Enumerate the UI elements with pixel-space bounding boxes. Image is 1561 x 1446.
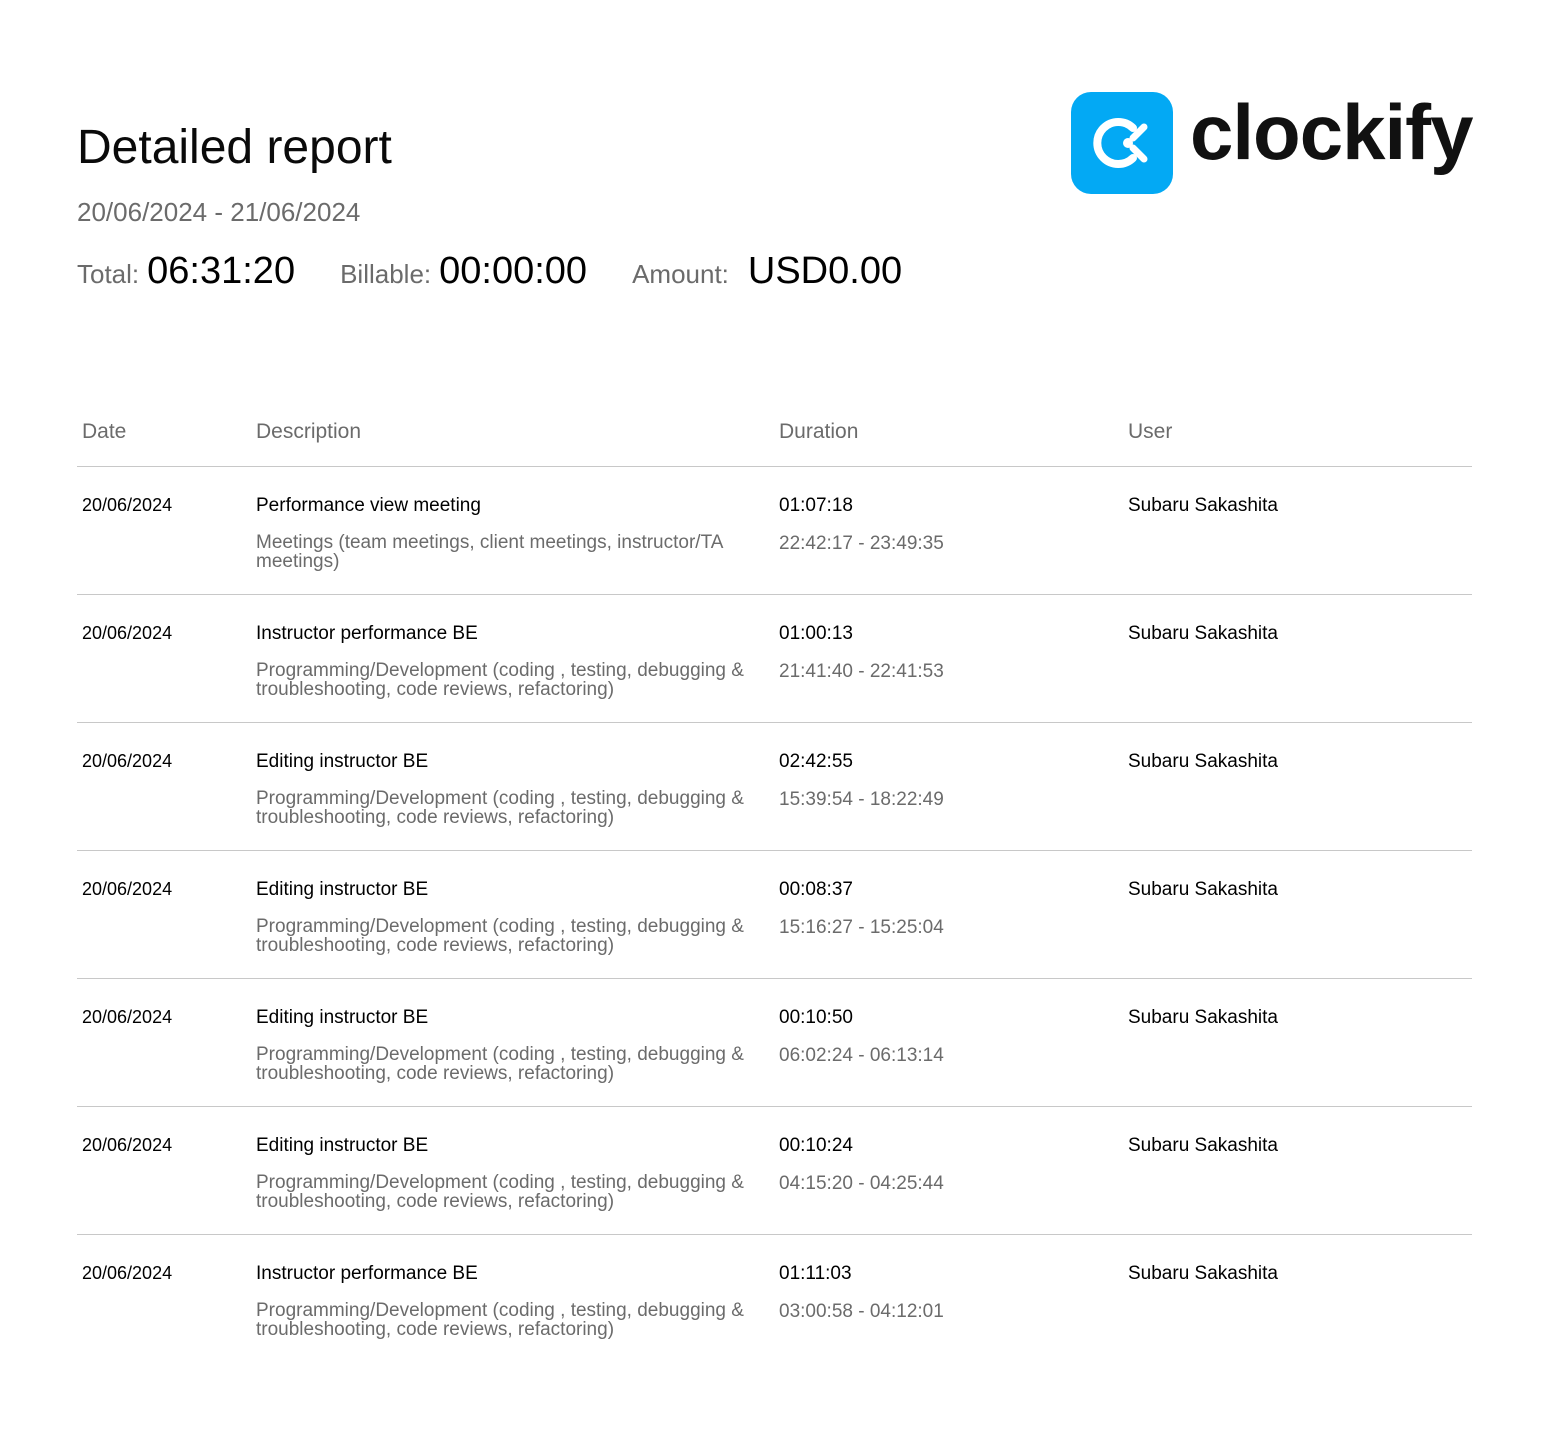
entry-description: Editing instructor BE (256, 751, 429, 772)
column-header-description: Description (256, 420, 362, 443)
entry-duration: 02:42:55 (779, 751, 853, 772)
column-header-date: Date (82, 420, 127, 443)
table-row: 20/06/2024 Editing instructor BE Program… (77, 979, 1472, 1107)
entry-project: Programming/Development (coding , testin… (256, 660, 744, 700)
entry-duration: 01:00:13 (779, 623, 853, 644)
entry-time-range: 04:15:20 - 04:25:44 (779, 1173, 944, 1194)
amount-label: Amount: (632, 259, 729, 289)
table-header: Date Description Duration User (77, 410, 1472, 467)
entry-duration: 00:10:50 (779, 1007, 853, 1028)
table-row: 20/06/2024 Instructor performance BE Pro… (77, 1235, 1472, 1362)
table-row: 20/06/2024 Performance view meeting Meet… (77, 467, 1472, 595)
entry-time-range: 03:00:58 - 04:12:01 (779, 1301, 944, 1322)
report-date-range: 20/06/2024 - 21/06/2024 (77, 197, 361, 227)
table-row: 20/06/2024 Editing instructor BE Program… (77, 723, 1472, 851)
total-value: 06:31:20 (147, 250, 296, 292)
entry-project: Programming/Development (coding , testin… (256, 1044, 744, 1084)
entry-date: 20/06/2024 (82, 751, 173, 771)
entry-project: Programming/Development (coding , testin… (256, 1300, 744, 1340)
entry-time-range: 06:02:24 - 06:13:14 (779, 1045, 944, 1066)
entry-date: 20/06/2024 (82, 623, 173, 643)
table-row: 20/06/2024 Instructor performance BE Pro… (77, 595, 1472, 723)
entry-time-range: 21:41:40 - 22:41:53 (779, 661, 944, 682)
billable-value: 00:00:00 (439, 250, 588, 292)
entry-time-range: 22:42:17 - 23:49:35 (779, 533, 944, 554)
entry-date: 20/06/2024 (82, 1007, 173, 1027)
entry-date: 20/06/2024 (82, 1263, 173, 1283)
entry-duration: 01:11:03 (779, 1263, 852, 1284)
entry-time-range: 15:39:54 - 18:22:49 (779, 789, 944, 810)
report-summary: Total: 06:31:20 Billable: 00:00:00 Amoun… (77, 250, 902, 296)
column-header-duration: Duration (779, 420, 859, 443)
entry-date: 20/06/2024 (82, 879, 173, 899)
entry-description: Editing instructor BE (256, 1135, 429, 1156)
entry-project: Programming/Development (coding , testin… (256, 788, 744, 828)
amount-value: USD0.00 (747, 250, 903, 292)
entry-time-range: 15:16:27 - 15:25:04 (779, 917, 944, 938)
table-row: 20/06/2024 Editing instructor BE Program… (77, 851, 1472, 979)
entry-date: 20/06/2024 (82, 495, 173, 515)
entry-user: Subaru Sakashita (1128, 1007, 1278, 1028)
entry-description: Instructor performance BE (256, 1263, 478, 1284)
entry-user: Subaru Sakashita (1128, 751, 1278, 772)
entry-project: Programming/Development (coding , testin… (256, 916, 744, 956)
entry-user: Subaru Sakashita (1128, 495, 1278, 516)
page-title: Detailed report (77, 121, 392, 174)
entry-user: Subaru Sakashita (1128, 1263, 1278, 1284)
entry-project: Programming/Development (coding , testin… (256, 1172, 744, 1212)
time-entries-table: Date Description Duration User 20/06/202… (77, 410, 1472, 1362)
entry-user: Subaru Sakashita (1128, 879, 1278, 900)
entry-user: Subaru Sakashita (1128, 623, 1278, 644)
entry-duration: 01:07:18 (779, 495, 853, 516)
entry-description: Instructor performance BE (256, 623, 478, 644)
column-header-user: User (1128, 420, 1173, 443)
brand-wordmark: clockify (1190, 88, 1473, 176)
billable-label: Billable: (340, 259, 432, 289)
entry-duration: 00:08:37 (779, 879, 853, 900)
entry-description: Performance view meeting (256, 495, 481, 516)
entry-duration: 00:10:24 (779, 1135, 853, 1156)
clockify-logo-icon (1071, 92, 1173, 194)
entry-user: Subaru Sakashita (1128, 1135, 1278, 1156)
entry-date: 20/06/2024 (82, 1135, 173, 1155)
clockify-logo: clockify (1071, 88, 1473, 196)
entry-project: Meetings (team meetings, client meetings… (256, 532, 723, 572)
entry-description: Editing instructor BE (256, 879, 429, 900)
entry-description: Editing instructor BE (256, 1007, 429, 1028)
total-label: Total: (77, 259, 140, 289)
table-row: 20/06/2024 Editing instructor BE Program… (77, 1107, 1472, 1235)
